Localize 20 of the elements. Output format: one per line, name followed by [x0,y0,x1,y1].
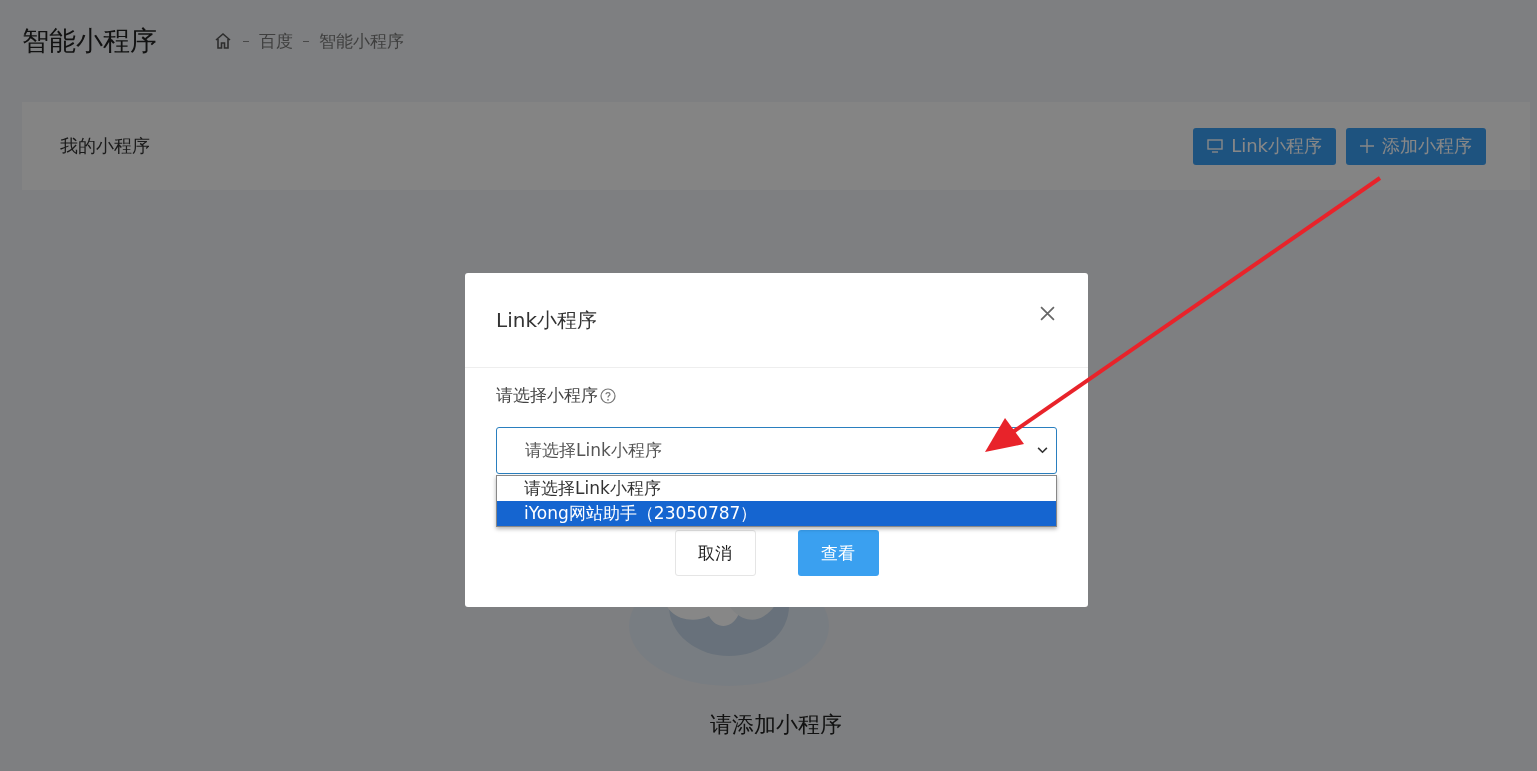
cancel-button[interactable]: 取消 [674,530,756,576]
chevron-down-icon [1037,447,1048,454]
breadcrumb-link[interactable]: 智能小程序 [319,29,404,53]
dropdown-option[interactable]: iYong网站助手（23050787） [497,501,1056,526]
page-title: 智能小程序 [22,24,157,58]
dialog-title: Link小程序 [496,306,597,334]
select-field[interactable]: 请选择Link小程序 [496,427,1057,474]
add-button[interactable]: 添加小程序 [1346,127,1486,165]
close-icon[interactable] [1040,305,1055,321]
help-icon[interactable] [600,387,616,404]
plus-icon [1360,139,1374,153]
view-button[interactable]: 查看 [797,530,879,576]
monitor-icon [1207,139,1224,153]
empty-state-message: 请添加小程序 [710,711,842,739]
dropdown-option[interactable]: 请选择Link小程序 [497,476,1056,501]
field-label: 请选择小程序 [496,384,598,407]
home-icon[interactable] [213,31,233,51]
card-title: 我的小程序 [60,134,150,158]
breadcrumb-link[interactable]: 百度 [259,29,293,53]
link-button[interactable]: Link小程序 [1193,127,1336,165]
